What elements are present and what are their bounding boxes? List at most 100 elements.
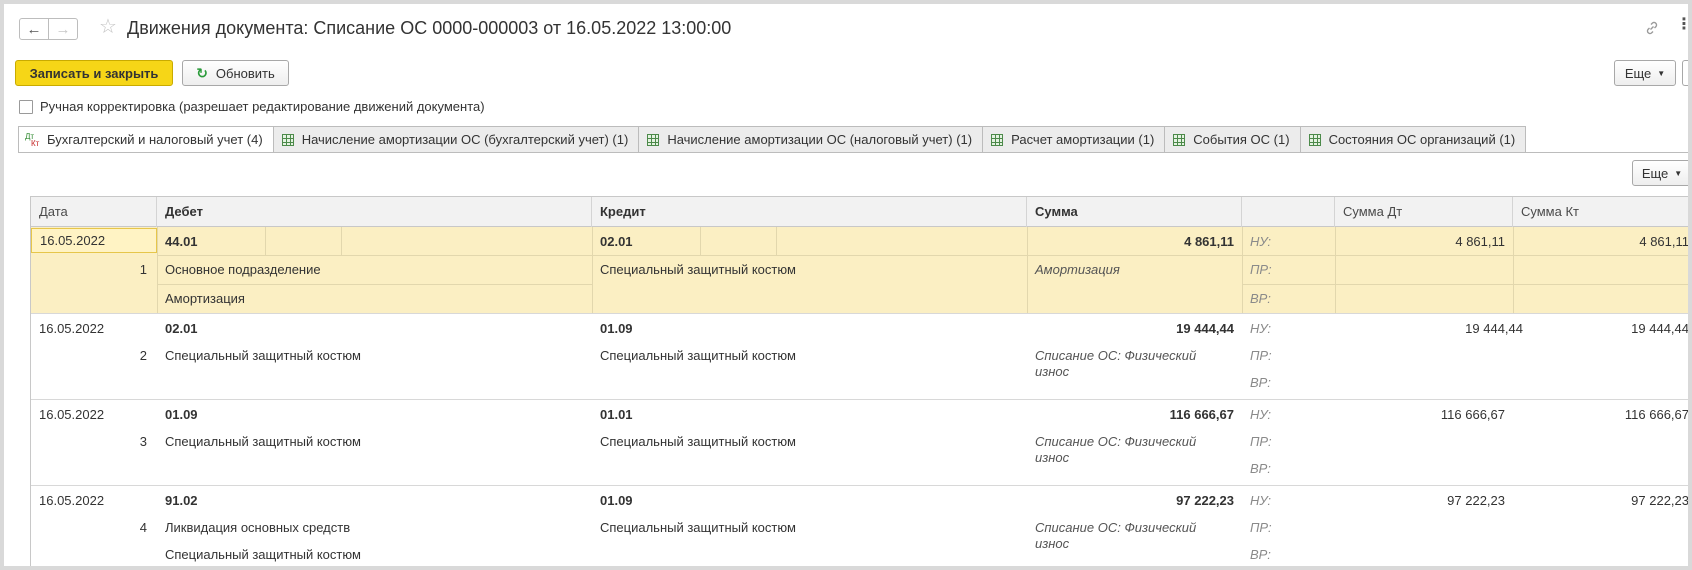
entry-content[interactable]: Списание ОС: Физический износ <box>1035 348 1215 380</box>
credit-subconto-1[interactable]: Специальный защитный костюм <box>600 262 796 277</box>
star-icon[interactable]: ☆ <box>99 17 117 37</box>
register-grid-icon <box>281 133 294 146</box>
table-row[interactable]: 16.05.2022 4 91.02 Ликвидация основных с… <box>31 486 1688 566</box>
amount-kt[interactable]: 116 666,67 <box>1519 407 1688 422</box>
amount-dt[interactable]: 116 666,67 <box>1341 407 1505 422</box>
amount[interactable]: 116 666,67 <box>1031 407 1234 422</box>
tab-label: Расчет амортизации (1) <box>1011 132 1155 147</box>
debit-subconto-2[interactable]: Специальный защитный костюм <box>165 547 361 562</box>
credit-account[interactable]: 02.01 <box>600 234 633 249</box>
amount[interactable]: 4 861,11 <box>1031 234 1234 249</box>
entry-content[interactable]: Амортизация <box>1035 262 1235 278</box>
table-header: Дата Дебет Кредит Сумма Сумма Дт Сумма К… <box>31 197 1688 227</box>
manual-edit-row[interactable]: Ручная корректировка (разрешает редактир… <box>19 99 485 114</box>
column-credit[interactable]: Кредит <box>592 197 1027 227</box>
label-nu: НУ: <box>1250 493 1272 508</box>
tab-divider <box>18 152 1688 153</box>
column-amount[interactable]: Сумма <box>1027 197 1242 227</box>
row-date[interactable]: 16.05.2022 <box>39 407 104 422</box>
debit-subconto-1[interactable]: Специальный защитный костюм <box>165 348 361 363</box>
row-date[interactable]: 16.05.2022 <box>39 321 104 336</box>
credit-account[interactable]: 01.01 <box>600 407 633 422</box>
credit-subconto-1[interactable]: Специальный защитный костюм <box>600 434 796 449</box>
debit-subconto-2[interactable]: Амортизация <box>165 291 245 306</box>
row-date[interactable]: 16.05.2022 <box>31 228 157 253</box>
table-row[interactable]: 16.05.2022 2 02.01 Специальный защитный … <box>31 314 1688 400</box>
amount[interactable]: 97 222,23 <box>1031 493 1234 508</box>
tab-label: События ОС (1) <box>1193 132 1290 147</box>
debit-account[interactable]: 02.01 <box>165 321 198 336</box>
table-row[interactable]: 16.05.2022 1 44.01 Основное подразделени… <box>31 227 1688 314</box>
manual-edit-checkbox[interactable] <box>19 99 33 114</box>
row-number: 4 <box>139 520 147 535</box>
refresh-button[interactable]: ↻ Обновить <box>182 60 289 86</box>
more-button[interactable]: Еще ▼ <box>1614 60 1676 86</box>
tab-depreciation-calc[interactable]: Расчет амортизации (1) <box>983 126 1166 153</box>
divider <box>1513 227 1514 313</box>
label-vr: ВР: <box>1250 291 1271 306</box>
column-amount-kt[interactable]: Сумма Кт <box>1513 197 1688 227</box>
tab-asset-states[interactable]: Состояния ОС организаций (1) <box>1300 126 1527 153</box>
amount-kt[interactable]: 4 861,11 <box>1519 234 1688 249</box>
debit-account[interactable]: 01.09 <box>165 407 198 422</box>
amount-dt[interactable]: 4 861,11 <box>1341 234 1505 249</box>
link-icon[interactable] <box>1644 20 1660 36</box>
window-title: Движения документа: Списание ОС 0000-000… <box>127 18 732 38</box>
credit-subconto-1[interactable]: Специальный защитный костюм <box>600 348 796 363</box>
credit-account[interactable]: 01.09 <box>600 321 633 336</box>
credit-subconto-1[interactable]: Специальный защитный костюм <box>600 520 796 535</box>
arrow-left-icon: ← <box>26 20 42 38</box>
label-pr: ПР: <box>1250 262 1272 277</box>
amount-kt[interactable]: 19 444,44 <box>1519 321 1688 336</box>
label-nu: НУ: <box>1250 321 1272 336</box>
amount[interactable]: 19 444,44 <box>1031 321 1234 336</box>
table-more-button[interactable]: Еще ▼ <box>1632 160 1688 186</box>
debit-subconto-1[interactable]: Основное подразделение <box>165 262 321 277</box>
divider <box>157 255 1688 256</box>
register-grid-icon <box>1308 133 1321 146</box>
divider <box>1335 227 1336 313</box>
amount-dt[interactable]: 97 222,23 <box>1341 493 1505 508</box>
amount-kt[interactable]: 97 222,23 <box>1519 493 1688 508</box>
entry-content[interactable]: Списание ОС: Физический износ <box>1035 434 1215 466</box>
tab-label: Состояния ОС организаций (1) <box>1328 132 1516 147</box>
save-and-close-button[interactable]: Записать и закрыть <box>15 60 173 86</box>
divider <box>776 227 777 255</box>
label-pr: ПР: <box>1250 348 1272 363</box>
column-blank[interactable] <box>1242 197 1335 227</box>
more-label: Еще <box>1641 165 1669 181</box>
tab-accounting-tax[interactable]: Дт Кт Бухгалтерский и налоговый учет (4) <box>18 126 274 153</box>
arrow-right-icon: → <box>55 20 71 38</box>
entries-table: Дата Дебет Кредит Сумма Сумма Дт Сумма К… <box>30 196 1688 566</box>
column-amount-dt[interactable]: Сумма Дт <box>1335 197 1513 227</box>
table-row[interactable]: 16.05.2022 3 01.09 Специальный защитный … <box>31 400 1688 486</box>
column-debit[interactable]: Дебет <box>157 197 592 227</box>
back-button[interactable]: ← <box>19 18 49 40</box>
more-vertical-icon[interactable]: ⋮ <box>1676 17 1688 33</box>
label-vr: ВР: <box>1250 461 1271 476</box>
column-date[interactable]: Дата <box>31 197 157 227</box>
register-grid-icon <box>991 133 1004 146</box>
register-grid-icon <box>647 133 660 146</box>
tab-depreciation-accounting[interactable]: Начисление амортизации ОС (бухгалтерский… <box>273 126 640 153</box>
tab-asset-events[interactable]: События ОС (1) <box>1165 126 1301 153</box>
amount-dt[interactable]: 19 444,44 <box>1341 321 1523 336</box>
credit-account[interactable]: 01.09 <box>600 493 633 508</box>
refresh-icon: ↻ <box>196 64 208 81</box>
help-button[interactable] <box>1682 60 1688 86</box>
forward-button[interactable]: → <box>48 18 78 40</box>
debit-subconto-1[interactable]: Специальный защитный костюм <box>165 434 361 449</box>
register-grid-icon <box>1173 133 1186 146</box>
tab-label: Начисление амортизации ОС (налоговый уче… <box>667 132 973 147</box>
debit-account[interactable]: 44.01 <box>165 234 198 249</box>
divider <box>700 227 701 255</box>
divider <box>592 227 593 313</box>
entry-content[interactable]: Списание ОС: Физический износ <box>1035 520 1215 552</box>
row-date[interactable]: 16.05.2022 <box>39 493 104 508</box>
caret-down-icon: ▼ <box>1657 68 1666 78</box>
label-pr: ПР: <box>1250 520 1272 535</box>
tab-depreciation-tax[interactable]: Начисление амортизации ОС (налоговый уче… <box>639 126 984 153</box>
debit-account[interactable]: 91.02 <box>165 493 198 508</box>
manual-edit-label: Ручная корректировка (разрешает редактир… <box>40 99 485 114</box>
debit-subconto-1[interactable]: Ликвидация основных средств <box>165 520 350 535</box>
